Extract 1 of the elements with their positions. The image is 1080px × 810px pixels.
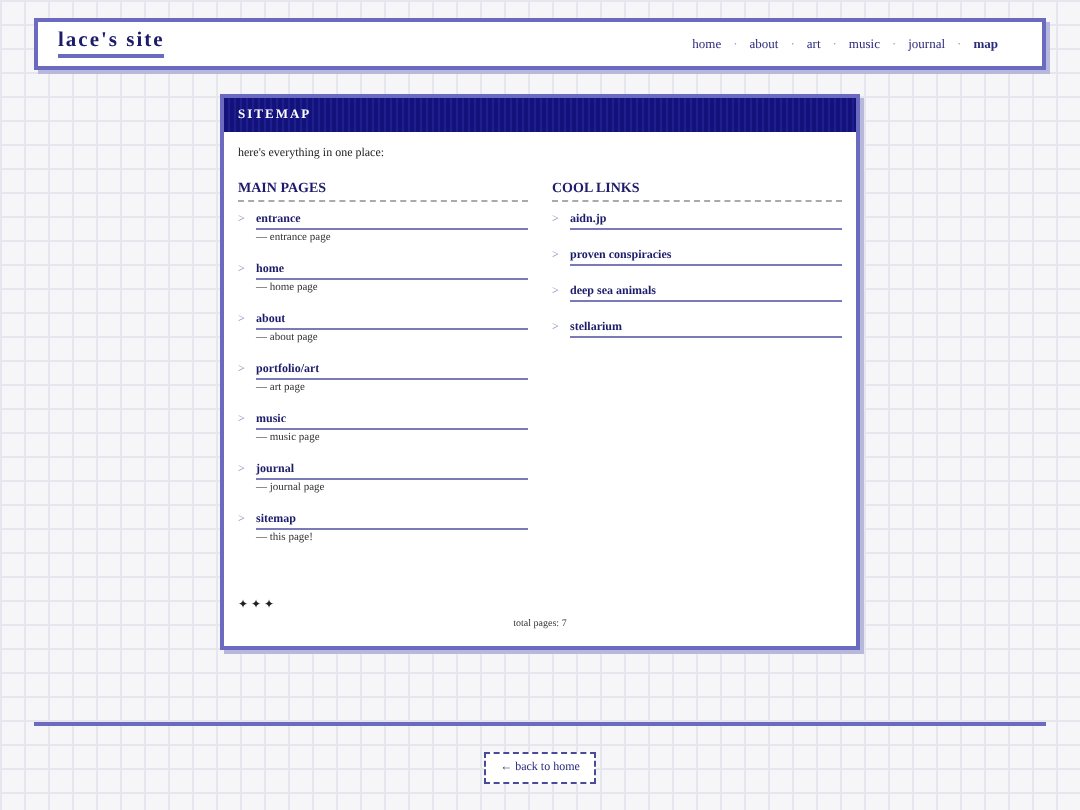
- site-title: lace's site: [58, 30, 165, 58]
